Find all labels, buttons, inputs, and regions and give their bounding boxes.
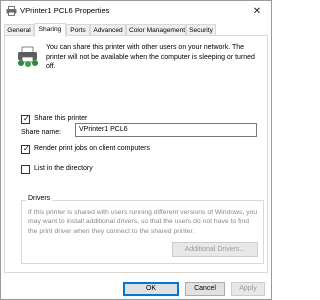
drivers-info-text: If this printer is shared with users run… [28,209,258,235]
printer-icon [6,6,17,16]
cancel-button[interactable]: Cancel [185,282,225,296]
share-name-input[interactable]: VPrinter1 PCL6 [75,123,257,137]
list-in-directory-checkbox[interactable] [21,165,30,174]
share-this-printer-label: Share this printer [34,115,88,122]
render-jobs-checkbox[interactable]: ✓ [21,144,30,154]
drivers-group: Drivers If this printer is shared with u… [21,195,264,264]
checkmark-icon: ✓ [23,144,30,153]
tab-sharing[interactable]: Sharing [34,23,66,37]
additional-drivers-button[interactable]: Additional Drivers... [172,242,258,257]
ok-button[interactable]: OK [123,282,179,296]
printer-properties-dialog: VPrinter1 PCL6 Properties ✕ General Shar… [0,0,272,300]
window-title: VPrinter1 PCL6 Properties [20,6,110,15]
checkmark-icon: ✓ [23,114,30,123]
render-jobs-label: Render print jobs on client computers [34,145,150,152]
sharing-panel: You can share this printer with other us… [4,35,268,273]
title-bar[interactable]: VPrinter1 PCL6 Properties ✕ [1,1,271,21]
apply-button[interactable]: Apply [231,282,265,296]
list-in-directory-label: List in the directory [34,165,93,172]
share-this-printer-checkbox[interactable]: ✓ [21,114,30,124]
shared-printer-icon [16,46,40,68]
close-icon[interactable]: ✕ [243,1,271,21]
drivers-group-title: Drivers [26,195,53,202]
sharing-info-text: You can share this printer with other us… [46,44,255,70]
share-name-label: Share name: [21,129,62,136]
